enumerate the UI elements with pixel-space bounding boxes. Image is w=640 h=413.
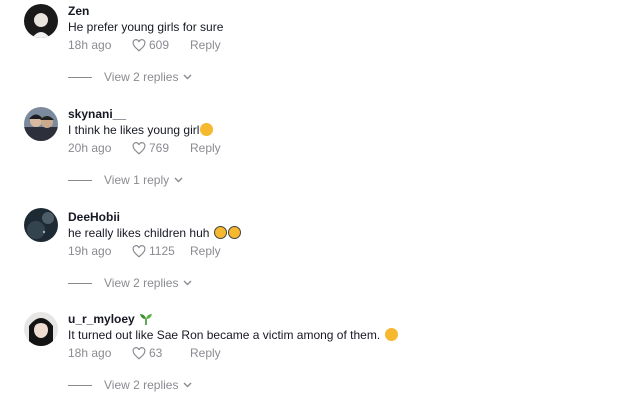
reply-button[interactable]: Reply (190, 38, 221, 53)
divider-line (68, 282, 92, 284)
comment-time: 19h ago (68, 244, 112, 258)
username[interactable]: Zen (68, 4, 223, 18)
heart-outline-icon (132, 39, 146, 52)
comment-text: It turned out like Sae Ron became a vict… (68, 328, 381, 342)
chevron-down-icon (174, 177, 183, 183)
view-replies-button[interactable]: View 1 reply (68, 173, 183, 187)
chevron-down-icon (183, 382, 192, 388)
username[interactable]: skynani__ (68, 107, 221, 121)
crying-emoji-icon (227, 226, 241, 239)
comment-time: 18h ago (68, 38, 112, 52)
username[interactable]: DeeHobii (68, 210, 241, 224)
sweat-smile-emoji-icon (200, 123, 214, 136)
reply-button[interactable]: Reply (190, 141, 221, 156)
reply-button[interactable]: Reply (190, 346, 221, 361)
view-replies-button[interactable]: View 2 replies (68, 70, 192, 84)
view-replies-label: View 2 replies (104, 276, 179, 290)
view-replies-label: View 2 replies (104, 378, 179, 392)
comment-time: 20h ago (68, 141, 112, 155)
sweat-smile-emoji-icon (384, 328, 398, 341)
chevron-down-icon (183, 280, 192, 286)
like-count: 1125 (149, 244, 175, 258)
crying-emoji-icon (213, 226, 227, 239)
like-button[interactable]: 1125 (132, 244, 190, 259)
comment-text: He prefer young girls for sure (68, 20, 224, 34)
heart-outline-icon (132, 245, 146, 258)
sprout-icon (139, 314, 152, 325)
heart-outline-icon (132, 142, 146, 155)
divider-line (68, 384, 92, 386)
view-replies-button[interactable]: View 2 replies (68, 378, 192, 392)
like-button[interactable]: 769 (132, 141, 190, 156)
like-count: 609 (149, 38, 170, 52)
divider-line (68, 76, 92, 78)
avatar[interactable] (24, 312, 58, 346)
view-replies-label: View 1 reply (104, 173, 170, 187)
reply-button[interactable]: Reply (190, 244, 221, 259)
like-button[interactable]: 63 (132, 346, 190, 361)
heart-outline-icon (132, 347, 146, 360)
like-button[interactable]: 609 (132, 38, 190, 53)
comment-time: 18h ago (68, 346, 112, 360)
comment-text: he really likes children huh (68, 226, 210, 240)
comment-text: I think he likes young girl (68, 123, 200, 137)
like-count: 63 (149, 346, 163, 360)
view-replies-label: View 2 replies (104, 70, 179, 84)
chevron-down-icon (183, 74, 192, 80)
view-replies-button[interactable]: View 2 replies (68, 276, 192, 290)
username[interactable]: u_r_myloey (68, 312, 135, 326)
comment-list: Zen He prefer young girls for sure 18h a… (0, 0, 640, 413)
avatar[interactable] (24, 107, 58, 141)
like-count: 769 (149, 141, 170, 155)
avatar[interactable] (24, 4, 58, 38)
avatar[interactable] (24, 208, 58, 242)
divider-line (68, 179, 92, 181)
